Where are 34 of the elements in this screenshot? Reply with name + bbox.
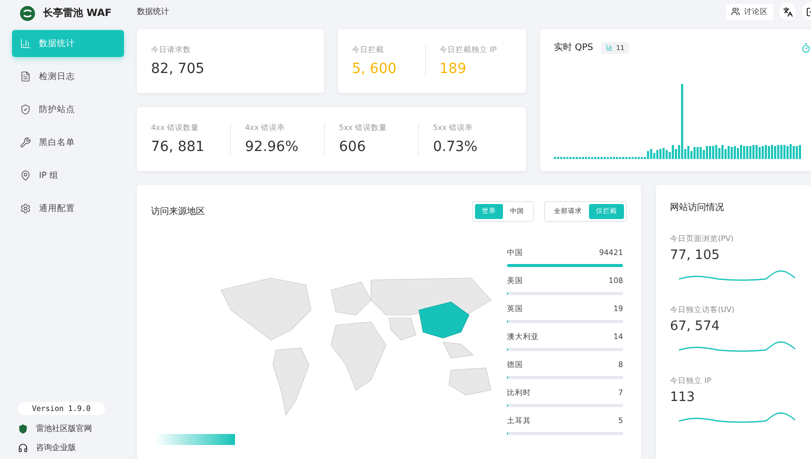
stat-value: 82, 705 (151, 61, 206, 77)
nav-item[interactable]: 通用配置 (12, 195, 124, 222)
language-icon (782, 6, 792, 16)
metric-value: 67, 574 (670, 319, 721, 334)
stat-value: 5, 600 (352, 61, 398, 77)
stat-value: 0.73% (433, 139, 478, 155)
document-icon (20, 71, 31, 82)
sidebar-link[interactable]: 雷池社区版官网 (18, 423, 124, 434)
shield-icon (20, 104, 31, 115)
nav-item[interactable]: 检测日志 (12, 63, 124, 90)
stat-value: 76, 881 (151, 139, 206, 155)
gear-icon (20, 203, 31, 214)
headset-icon (18, 442, 28, 452)
nav-item[interactable]: IP 组 (12, 162, 124, 189)
card-title: 实时 QPS (554, 42, 594, 54)
nav-item[interactable]: 黑白名单 (12, 129, 124, 156)
metric-value: 77, 105 (670, 248, 721, 263)
metric-value: 113 (670, 390, 696, 405)
nav-item[interactable]: 防护站点 (12, 96, 124, 123)
language-button[interactable] (779, 3, 796, 20)
logo-icon (20, 6, 35, 20)
wrench-icon (20, 137, 31, 148)
sidebar-link[interactable]: 咨询企业版 (18, 442, 124, 453)
bar-chart-icon (20, 38, 31, 49)
shield-icon (18, 424, 28, 434)
stat-value: 189 (440, 61, 468, 77)
stat-value: 606 (339, 139, 367, 155)
page-title: 数据统计 (137, 6, 169, 17)
location-pin-icon (20, 170, 31, 181)
card-title: 网站访问情况 (670, 202, 725, 214)
card-title: 访问来源地区 (151, 206, 205, 218)
brand-name: 长亭雷池 WAF (43, 6, 112, 20)
users-icon (731, 7, 740, 16)
stat-value: 92.96% (245, 139, 300, 155)
